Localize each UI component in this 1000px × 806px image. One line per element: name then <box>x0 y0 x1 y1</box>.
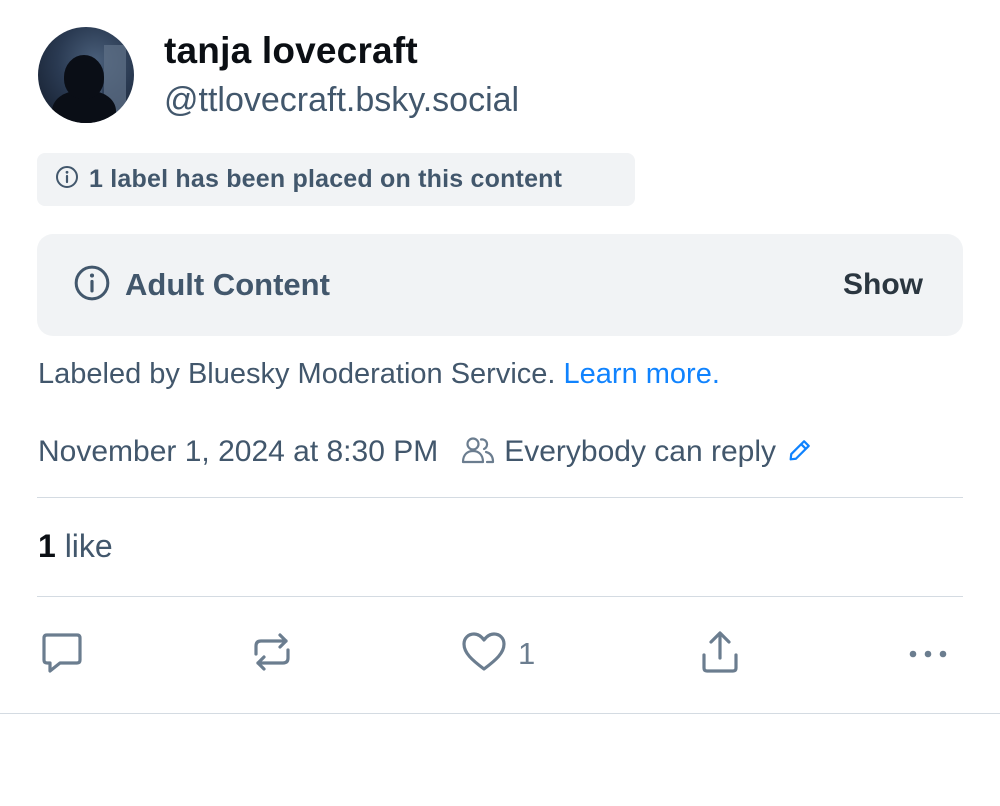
post-meta: November 1, 2024 at 8:30 PM Everybody ca… <box>38 432 814 472</box>
share-icon <box>696 628 744 681</box>
post-timestamp: November 1, 2024 at 8:30 PM <box>38 435 439 468</box>
divider <box>37 596 963 597</box>
show-content-button[interactable]: Show <box>843 268 923 302</box>
reply-button[interactable] <box>38 626 86 682</box>
likes-count: 1 <box>38 528 56 564</box>
divider <box>0 713 1000 714</box>
content-warning-title: Adult Content <box>125 267 330 302</box>
heart-icon <box>460 628 508 681</box>
info-icon <box>73 264 111 307</box>
labeled-by-text: Labeled by Bluesky Moderation Service. L… <box>38 358 720 391</box>
action-bar: 1 <box>0 626 1000 682</box>
like-count: 1 <box>518 636 536 671</box>
label-notice-button[interactable]: 1 label has been placed on this content <box>37 153 635 206</box>
people-icon <box>460 435 496 470</box>
pencil-icon[interactable] <box>786 436 814 469</box>
repost-icon <box>248 628 296 681</box>
author-handle[interactable]: @ttlovecraft.bsky.social <box>164 81 519 120</box>
like-button[interactable]: 1 <box>460 626 535 682</box>
label-notice-text: 1 label has been placed on this content <box>89 165 563 193</box>
info-icon <box>55 165 79 194</box>
avatar[interactable] <box>38 27 134 123</box>
divider <box>37 497 963 498</box>
more-options-button[interactable] <box>904 626 952 682</box>
repost-button[interactable] <box>248 626 296 682</box>
likes-summary[interactable]: 1 like <box>38 528 113 565</box>
labeled-by-label: Labeled by Bluesky Moderation Service. <box>38 358 556 390</box>
more-icon <box>904 628 952 681</box>
reply-icon <box>38 628 86 681</box>
share-button[interactable] <box>696 626 744 682</box>
likes-label: like <box>64 528 113 564</box>
learn-more-link[interactable]: Learn more. <box>564 358 720 390</box>
reply-setting[interactable]: Everybody can reply <box>504 435 776 469</box>
author-display-name[interactable]: tanja lovecraft <box>164 30 418 72</box>
content-warning[interactable]: Adult Content Show <box>37 234 963 336</box>
